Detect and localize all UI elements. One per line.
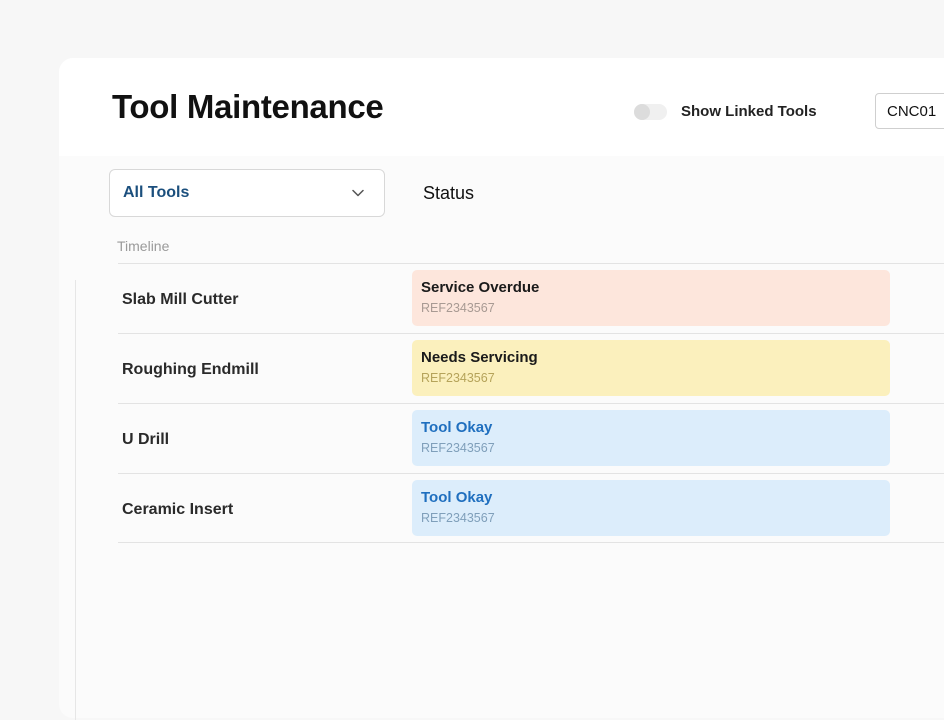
tool-name: Roughing Endmill [122, 361, 259, 378]
tool-name: Ceramic Insert [122, 501, 234, 518]
tool-filter-value: All Tools [123, 184, 190, 201]
status-label: Service Overdue [421, 279, 540, 296]
status-card-okay[interactable]: Tool Okay REF2343567 [412, 480, 890, 536]
status-ref: REF2343567 [421, 301, 495, 315]
status-card-okay[interactable]: Tool Okay REF2343567 [412, 410, 890, 466]
toggle-track[interactable] [634, 103, 667, 120]
status-label: Tool Okay [421, 419, 493, 436]
status-card-needs-servicing[interactable]: Needs Servicing REF2343567 [412, 340, 890, 396]
timeline-column-header: Timeline [117, 238, 170, 254]
status-ref: REF2343567 [421, 511, 495, 525]
machine-select[interactable]: CNC01 [875, 93, 944, 129]
toggle-knob [634, 103, 650, 120]
tool-filter-select[interactable]: All Tools [109, 169, 385, 217]
status-card-overdue[interactable]: Service Overdue REF2343567 [412, 270, 890, 326]
tool-name: Slab Mill Cutter [122, 291, 239, 308]
tool-row: Slab Mill Cutter Service Overdue REF2343… [118, 263, 944, 333]
status-column-header: Status [423, 183, 475, 203]
left-divider [75, 280, 76, 720]
status-label: Tool Okay [421, 489, 493, 506]
show-linked-tools-toggle[interactable]: Show Linked Tools [634, 103, 817, 120]
tool-list: Slab Mill Cutter Service Overdue REF2343… [118, 263, 944, 543]
tool-row: Roughing Endmill Needs Servicing REF2343… [118, 333, 944, 403]
tool-row: Ceramic Insert Tool Okay REF2343567 [118, 473, 944, 543]
status-label: Needs Servicing [421, 349, 538, 366]
toggle-label: Show Linked Tools [681, 103, 817, 120]
chevron-down-icon [352, 189, 364, 197]
tool-row: U Drill Tool Okay REF2343567 [118, 403, 944, 473]
tool-name: U Drill [122, 431, 170, 448]
status-ref: REF2343567 [421, 371, 495, 385]
status-ref: REF2343567 [421, 441, 495, 455]
page-title: Tool Maintenance [112, 88, 384, 125]
main-panel: Tool Maintenance Show Linked Tools CNC01… [59, 58, 944, 720]
